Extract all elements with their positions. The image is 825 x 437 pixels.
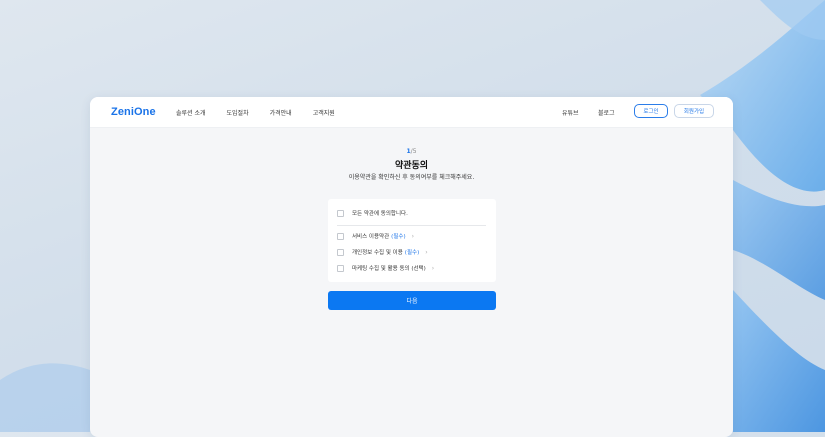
signup-button[interactable]: 회원가입 [674,104,714,118]
nav-support[interactable]: 고객지원 [313,108,335,117]
term-privacy-label: 개인정보 수집 및 이용 [352,250,403,256]
nav-blog[interactable]: 블로그 [598,108,615,117]
term-row-marketing[interactable]: 마케팅 수집 및 활용 동의 (선택) › [337,264,434,272]
next-button[interactable]: 다음 [328,291,496,310]
term-privacy-checkbox[interactable] [337,248,344,256]
term-row-privacy[interactable]: 개인정보 수집 및 이용 (필수) › [337,248,428,256]
app-window: ZeniOne 솔루션 소개 도입절차 가격안내 고객지원 유튜브 블로그 로그… [90,97,733,437]
term-privacy-required: (필수) [404,250,420,256]
page-subtitle: 이용약관을 확인하신 후 동의여부를 체크해주세요. [348,174,475,181]
term-row-service[interactable]: 서비스 이용약관 (필수) › [337,232,414,240]
agree-all-label: 모든 약관에 동의합니다. [352,211,408,217]
step-total: /5 [410,148,417,155]
agree-all-row[interactable]: 모든 약관에 동의합니다. [337,209,408,217]
term-service-required: (필수) [391,234,406,240]
nav-youtube[interactable]: 유튜브 [562,108,579,117]
term-marketing-label: 마케팅 수집 및 활용 동의 (선택) [352,266,426,272]
step-indicator: 1/5 [90,148,733,155]
nav-pricing[interactable]: 가격안내 [270,108,292,117]
chevron-right-icon[interactable]: › [432,265,434,272]
agree-all-checkbox[interactable] [337,209,344,217]
top-navbar: ZeniOne 솔루션 소개 도입절차 가격안내 고객지원 유튜브 블로그 로그… [90,97,733,128]
chevron-right-icon[interactable]: › [425,249,427,256]
login-button[interactable]: 로그인 [634,104,668,118]
nav-solution[interactable]: 솔루션 소개 [176,108,206,117]
main-nav: 솔루션 소개 도입절차 가격안내 고객지원 [176,108,356,117]
terms-card: 모든 약관에 동의합니다. 서비스 이용약관 (필수) › 개인정보 수집 및 … [328,199,496,282]
page-title: 약관동의 [394,161,429,171]
term-service-checkbox[interactable] [337,232,344,240]
term-marketing-checkbox[interactable] [337,264,344,272]
term-service-label: 서비스 이용약관 [352,234,390,240]
chevron-right-icon[interactable]: › [412,233,414,240]
nav-process[interactable]: 도입절차 [227,108,249,117]
brand-logo[interactable]: ZeniOne [111,106,156,118]
divider [337,225,486,226]
